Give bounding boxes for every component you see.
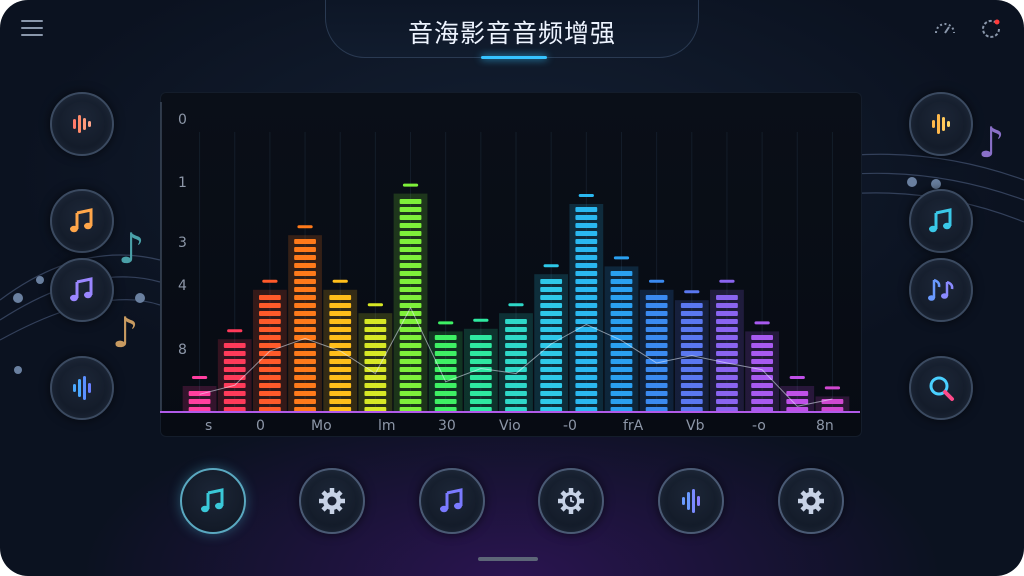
bottom-settings-button[interactable] xyxy=(299,468,365,534)
spectrum-bar xyxy=(358,303,393,412)
x-tick-label: -o xyxy=(752,418,766,434)
x-tick-label: Vb xyxy=(686,418,705,434)
spectrum-bar xyxy=(639,279,674,412)
x-tick-label: Mo xyxy=(311,418,332,434)
music-note-icon xyxy=(929,208,952,233)
x-tick-label: lm xyxy=(378,418,396,434)
right-equalizer-button[interactable] xyxy=(909,92,973,156)
x-tick-label: -0 xyxy=(563,418,577,434)
left-music-button[interactable] xyxy=(50,189,114,253)
music-note-icon xyxy=(440,488,463,513)
y-tick-label: 1 xyxy=(178,175,187,191)
spectrum-bar xyxy=(428,321,463,412)
title-bar: 音海影音音频增强 xyxy=(325,0,699,59)
spectrum-bar xyxy=(217,329,252,412)
music-note-decoration-icon: ♪ xyxy=(978,118,1005,167)
spectrum-bar xyxy=(534,264,569,412)
x-tick-label: s xyxy=(205,418,213,434)
search-icon xyxy=(929,376,954,401)
y-tick-label: 4 xyxy=(178,278,187,294)
spectrum-bar xyxy=(499,303,533,412)
left-music-purple-button[interactable] xyxy=(50,258,114,322)
app-screen: ♪ ♪ ♪ ♫ ♪ ♪ 音海影音音频增强 0 1 3 4 8 s 0 Mo lm… xyxy=(0,0,1024,576)
spectrum-bar xyxy=(288,225,322,412)
bottom-timer-settings-button[interactable] xyxy=(538,468,604,534)
y-tick-label: 0 xyxy=(178,112,187,128)
music-note-decoration-icon: ♪ xyxy=(112,308,139,357)
right-double-note-button[interactable] xyxy=(909,258,973,322)
gear-icon xyxy=(798,488,824,514)
spectrum-bar xyxy=(745,321,780,412)
speedometer-icon[interactable] xyxy=(932,16,958,42)
music-note-icon xyxy=(70,208,93,233)
spectrum-bar xyxy=(604,256,639,412)
right-search-button[interactable] xyxy=(909,356,973,420)
refresh-icon[interactable] xyxy=(978,16,1004,42)
bottom-music-button[interactable] xyxy=(180,468,246,534)
left-waveform-button[interactable] xyxy=(50,356,114,420)
equalizer-icon xyxy=(932,114,950,134)
left-equalizer-button[interactable] xyxy=(50,92,114,156)
x-tick-label: 30 xyxy=(438,418,456,434)
spectrum-bar xyxy=(393,183,428,412)
bottom-settings-button-2[interactable] xyxy=(778,468,844,534)
x-tick-label: 0 xyxy=(256,418,265,434)
spectrum-bar xyxy=(323,279,358,412)
music-note-icon xyxy=(201,488,224,513)
spectrum-bar xyxy=(463,318,498,412)
x-tick-label: Vio xyxy=(499,418,521,434)
waveform-icon xyxy=(682,489,700,513)
spectrum-bar xyxy=(710,279,744,412)
spectrum-bar xyxy=(674,290,709,412)
x-tick-label: 8n xyxy=(816,418,834,434)
spectrum-chart xyxy=(160,102,860,413)
waveform-icon xyxy=(73,376,91,400)
y-tick-label: 3 xyxy=(178,235,187,251)
clock-gear-icon xyxy=(558,488,584,514)
equalizer-icon xyxy=(73,115,91,133)
menu-icon[interactable] xyxy=(21,20,43,38)
home-indicator[interactable] xyxy=(478,557,538,561)
x-tick-label: frA xyxy=(623,418,644,434)
bottom-music-purple-button[interactable] xyxy=(419,468,485,534)
right-music-button[interactable] xyxy=(909,189,973,253)
spectrum-bar xyxy=(569,194,604,412)
music-note-decoration-icon: ♪ xyxy=(118,224,145,273)
gear-icon xyxy=(319,488,345,514)
double-note-icon xyxy=(928,278,954,301)
music-note-icon xyxy=(70,277,93,302)
y-tick-label: 8 xyxy=(178,342,187,358)
bottom-waveform-button[interactable] xyxy=(658,468,724,534)
spectrum-bar xyxy=(252,279,287,412)
page-title: 音海影音音频增强 xyxy=(407,19,616,48)
